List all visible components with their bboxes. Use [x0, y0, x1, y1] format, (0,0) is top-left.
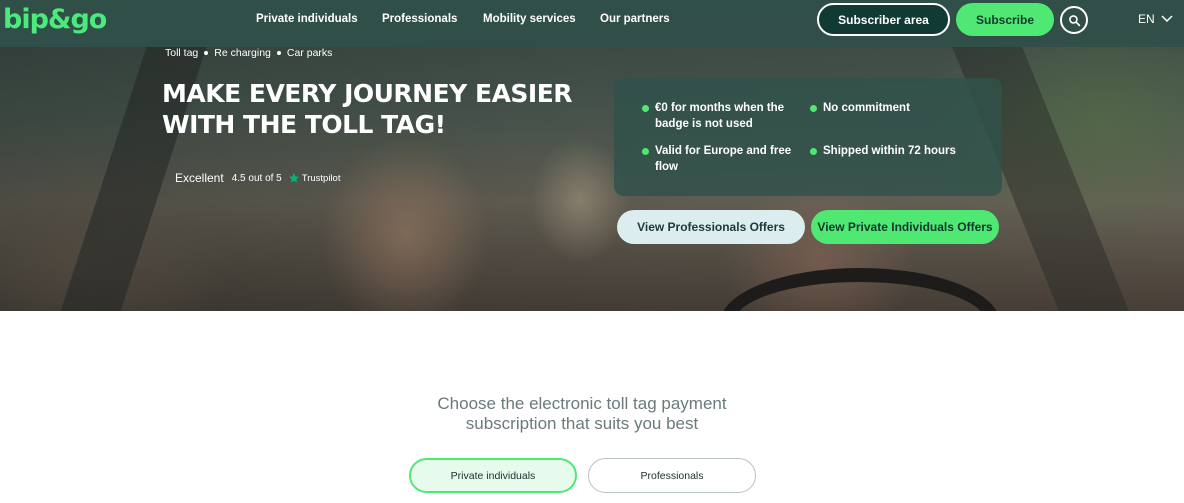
benefit-item: €0 for months when the badge is not used: [642, 100, 784, 132]
hero-headline-line2: with the toll tag!: [162, 110, 446, 139]
subscriber-area-button[interactable]: Subscriber area: [817, 3, 950, 36]
view-private-offers-button[interactable]: View Private Individuals Offers: [811, 210, 999, 244]
rating-word: Excellent: [175, 171, 224, 185]
breadcrumb-separator: [204, 51, 209, 55]
trustpilot-logo: Trustpilot: [288, 172, 341, 184]
breadcrumb-separator: [276, 51, 281, 55]
benefit-item: Valid for Europe and free flow: [642, 143, 791, 175]
benefit-item: No commitment: [810, 100, 910, 116]
nav-item-professionals[interactable]: Professionals: [382, 13, 457, 25]
search-icon: [1068, 14, 1080, 26]
breadcrumb-item-toll-tag[interactable]: Toll tag: [165, 47, 198, 59]
language-label: EN: [1138, 12, 1155, 26]
benefits-panel: €0 for months when the badge is not used…: [614, 78, 1002, 196]
bullet-dot-icon: [642, 148, 649, 155]
nav-item-mobility-services[interactable]: Mobility services: [483, 13, 576, 25]
search-button[interactable]: [1060, 6, 1088, 34]
view-professionals-offers-button[interactable]: View Professionals Offers: [617, 210, 805, 244]
trustpilot-rating[interactable]: Excellent 4.5 out of 5 Trustpilot: [175, 171, 340, 185]
rating-score: 4.5 out of 5: [231, 172, 282, 184]
breadcrumb-item-recharging[interactable]: Re charging: [214, 47, 271, 59]
hero-headline: Make every journey easier with the toll …: [162, 78, 582, 140]
bullet-dot-icon: [810, 148, 817, 155]
star-icon: [288, 173, 299, 183]
top-navigation-bar: bip&go Private individuals Professionals…: [0, 0, 1184, 47]
nav-item-private-individuals[interactable]: Private individuals: [256, 13, 358, 25]
nav-item-our-partners[interactable]: Our partners: [600, 13, 670, 25]
tab-private-individuals[interactable]: Private individuals: [409, 458, 577, 493]
breadcrumb-item-car-parks[interactable]: Car parks: [287, 47, 333, 59]
language-selector[interactable]: EN: [1138, 12, 1173, 26]
chevron-down-icon: [1161, 15, 1173, 23]
breadcrumb: Toll tag Re charging Car parks: [165, 47, 332, 59]
trustpilot-label: Trustpilot: [301, 172, 341, 184]
subscribe-button[interactable]: Subscribe: [956, 3, 1054, 36]
subscription-heading: Choose the electronic toll tag payment s…: [437, 394, 727, 433]
bullet-dot-icon: [642, 105, 649, 112]
tab-professionals[interactable]: Professionals: [588, 458, 756, 493]
bullet-dot-icon: [810, 105, 817, 112]
hero-headline-line1: Make every journey easier: [162, 79, 573, 108]
bipandgo-logo[interactable]: bip&go: [3, 4, 107, 35]
benefit-item: Shipped within 72 hours: [810, 143, 956, 159]
